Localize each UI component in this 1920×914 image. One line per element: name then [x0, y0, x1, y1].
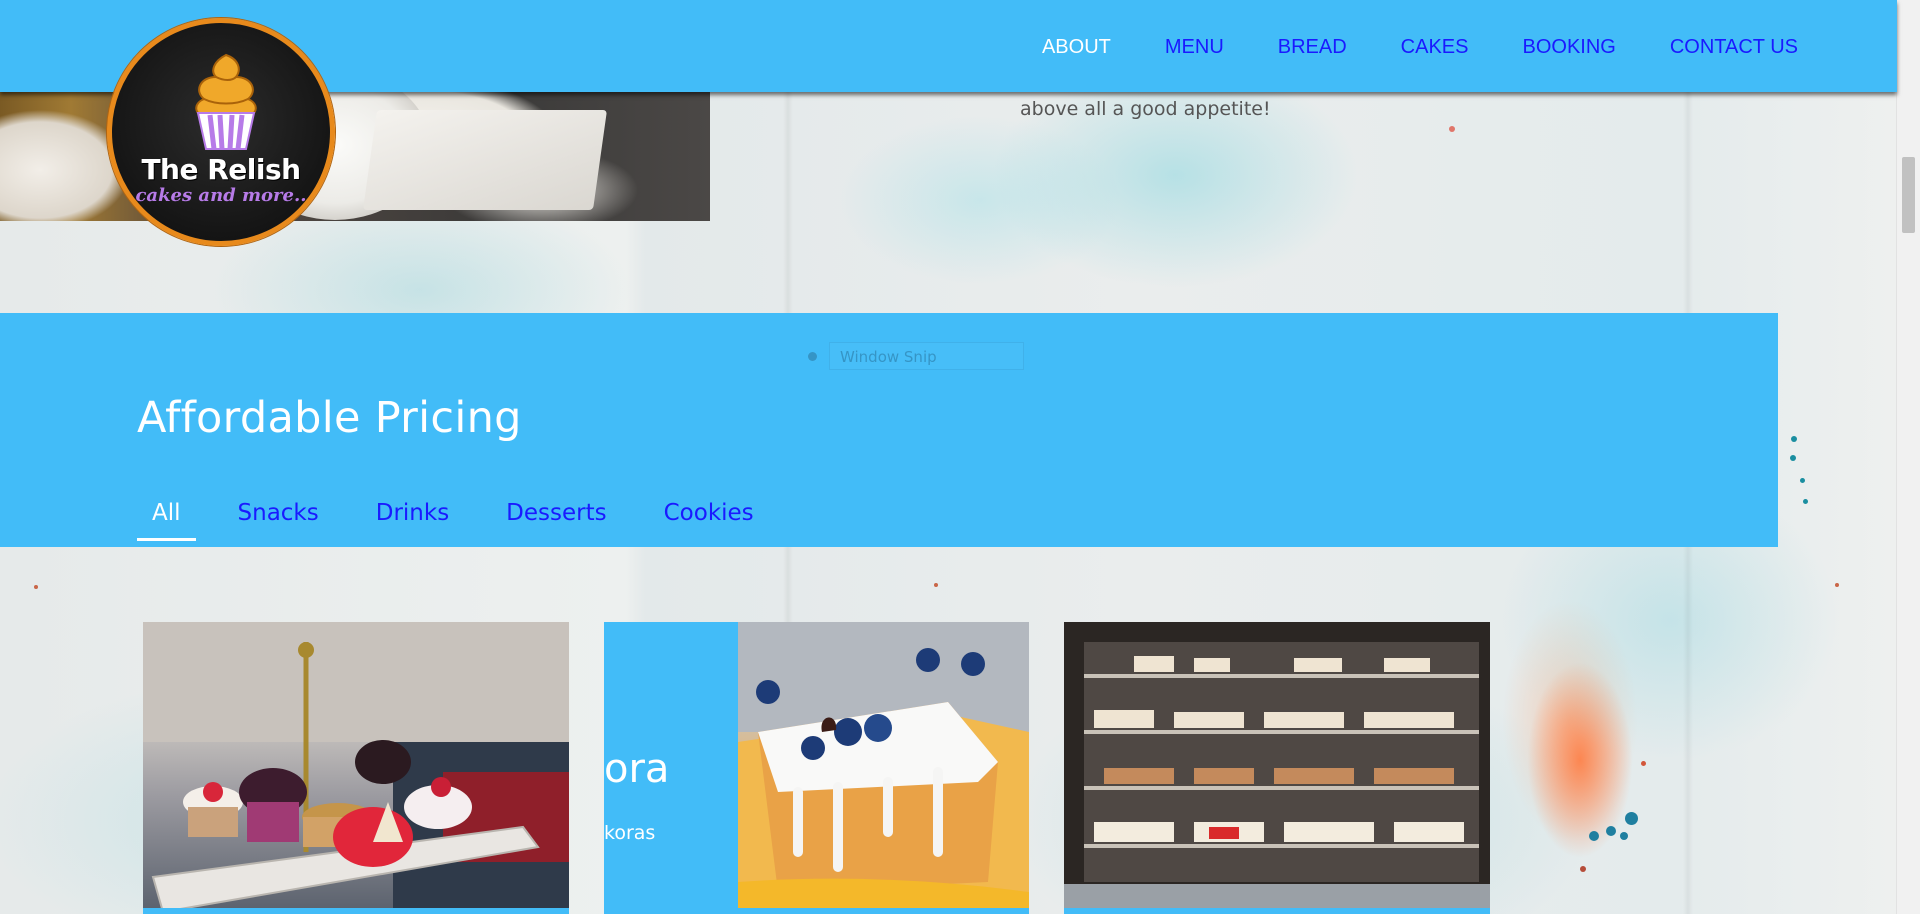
- nav-link-booking[interactable]: BOOKING: [1522, 36, 1615, 59]
- intro-text: above all a good appetite!: [1020, 98, 1271, 120]
- decor-dot: [1580, 866, 1586, 872]
- scrollbar-thumb[interactable]: [1902, 157, 1915, 233]
- decor-dot: [1620, 832, 1628, 840]
- decor-dot: [34, 585, 38, 589]
- page-scrollbar[interactable]: [1896, 0, 1920, 914]
- pricing-filter-tabs: All Snacks Drinks Desserts Cookies: [137, 500, 796, 541]
- nav-link-about[interactable]: ABOUT: [1042, 36, 1111, 59]
- decor-dot: [1589, 831, 1599, 841]
- decor-dot: [1791, 436, 1797, 442]
- nav-link-cakes[interactable]: CAKES: [1401, 36, 1469, 59]
- window-snip-label: Window Snip: [829, 342, 1024, 370]
- product-card-cupcakes[interactable]: [143, 622, 569, 914]
- filter-tab-drinks[interactable]: Drinks: [361, 500, 464, 541]
- cupcake-icon: [195, 53, 257, 150]
- cake-illustration: [738, 622, 1029, 908]
- snip-dot-icon: [808, 351, 817, 361]
- product-card-bakery-display[interactable]: [1064, 622, 1490, 914]
- logo-title: The Relish: [141, 153, 301, 186]
- card-accent-bar: [143, 908, 569, 914]
- card-overlay-subtitle: koras: [604, 822, 656, 844]
- decor-dot: [1449, 126, 1455, 132]
- decor-dot: [1641, 761, 1646, 766]
- card-accent-bar: [1064, 908, 1490, 914]
- blueberry-cake-photo: [738, 622, 1029, 908]
- brand-logo[interactable]: The Relish cakes and more..: [107, 18, 335, 246]
- decor-dot: [934, 583, 938, 587]
- nav-links: ABOUT MENU BREAD CAKES BOOKING CONTACT U…: [988, 36, 1798, 59]
- filter-tab-all[interactable]: All: [137, 500, 196, 541]
- napkin-shape: [362, 110, 608, 210]
- window-snip-overlay: Window Snip: [808, 342, 1024, 370]
- filter-tab-cookies[interactable]: Cookies: [649, 500, 769, 541]
- pricing-title: Affordable Pricing: [137, 393, 522, 443]
- filter-tab-snacks[interactable]: Snacks: [223, 500, 334, 541]
- decor-dot: [1606, 826, 1616, 836]
- bakery-display-case-photo: [1064, 622, 1490, 914]
- nav-link-menu[interactable]: MENU: [1165, 36, 1224, 59]
- nav-link-contact-us[interactable]: CONTACT US: [1670, 36, 1798, 59]
- decor-dot: [1625, 812, 1638, 825]
- cupcakes-tray-photo: [143, 622, 569, 914]
- logo-subtitle: cakes and more..: [135, 185, 307, 206]
- decor-dot: [1800, 478, 1805, 483]
- nav-link-bread[interactable]: BREAD: [1278, 36, 1347, 59]
- card-accent-bar: [604, 908, 1029, 914]
- filter-tab-desserts[interactable]: Desserts: [491, 500, 621, 541]
- decor-dot: [1835, 583, 1839, 587]
- decor-dot: [1803, 499, 1808, 504]
- card-overlay-title: ora: [604, 746, 670, 792]
- product-card-blueberry-cake[interactable]: ora koras: [604, 622, 1029, 914]
- decor-dot: [1790, 455, 1796, 461]
